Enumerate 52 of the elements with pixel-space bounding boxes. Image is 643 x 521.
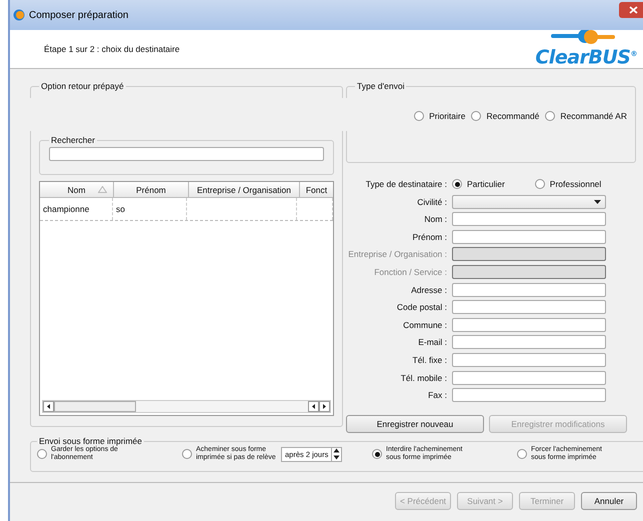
field-label: Fonction / Service : — [373, 266, 448, 277]
scroll-right-icon[interactable] — [319, 401, 330, 412]
column-header[interactable]: Prénom — [114, 182, 189, 197]
input-field[interactable] — [452, 370, 606, 385]
input-field[interactable] — [452, 388, 606, 402]
table-cell: so — [113, 198, 187, 220]
close-button[interactable] — [619, 2, 643, 18]
app-icon — [13, 9, 25, 21]
column-header[interactable]: Entreprise / Organisation — [189, 182, 300, 197]
column-header[interactable]: Fonct — [300, 182, 333, 197]
input-field[interactable] — [452, 335, 606, 350]
input-field[interactable] — [452, 230, 606, 244]
field-label: Fax : — [427, 390, 448, 400]
radio-option[interactable]: Recommandé AR — [545, 111, 627, 121]
field-label: Commune : — [402, 320, 448, 330]
field-label: Civilité : — [416, 196, 448, 207]
input-field[interactable] — [452, 282, 606, 297]
logo-text: ClearBUS$^{®}$ — [535, 46, 637, 68]
column-header[interactable]: Nom — [40, 182, 114, 197]
field-label: Type de destinataire : — [364, 179, 448, 189]
save-button[interactable]: Enregistrer nouveau — [346, 415, 484, 433]
input-field[interactable] — [452, 318, 606, 332]
scroll-left-icon[interactable] — [43, 401, 54, 412]
radio-option[interactable]: Professionnel — [534, 179, 602, 189]
input-field[interactable] — [452, 212, 606, 226]
search-field[interactable] — [49, 147, 324, 161]
close-icon — [628, 6, 638, 14]
field-label: Code postal : — [396, 302, 448, 312]
field-label: Tél. fixe : — [412, 354, 448, 365]
table-cell: championne — [40, 198, 113, 220]
input-field[interactable] — [452, 300, 606, 314]
radio-option[interactable]: Recommandé — [471, 111, 540, 121]
radio-option[interactable]: Particulier — [452, 179, 505, 189]
field-label: E-mail : — [417, 337, 448, 348]
window-title: Composer préparation — [29, 10, 128, 20]
field-label: Nom : — [423, 214, 448, 224]
field-label: Entreprise / Organisation : — [347, 249, 448, 260]
field-label: Tél. mobile : — [400, 372, 448, 383]
scroll-left-icon[interactable] — [308, 401, 319, 412]
group-title: Type d'envoi — [356, 81, 406, 91]
group-title: Envoi sous forme imprimée — [38, 436, 143, 446]
nav-button[interactable]: Annuler — [581, 492, 637, 510]
step-label: Étape 1 sur 2 : choix du destinataire — [44, 44, 180, 54]
dropdown-field[interactable] — [452, 194, 606, 209]
group-title: Rechercher — [50, 135, 96, 145]
field-label: Adresse : — [410, 284, 448, 295]
group-title: Option retour prépayé — [40, 81, 125, 91]
horizontal-scrollbar[interactable] — [42, 400, 331, 413]
radio-option[interactable]: Prioritaire — [414, 111, 466, 121]
input-field[interactable] — [452, 352, 606, 367]
caret-icon — [594, 200, 601, 204]
field-label: Prénom : — [412, 232, 448, 242]
